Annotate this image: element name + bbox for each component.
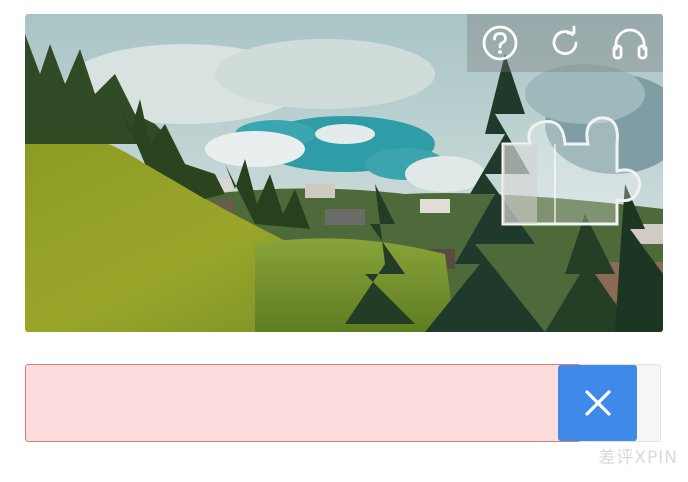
watermark: 差评XPIN	[598, 448, 678, 468]
captcha-card: 差评XPIN	[0, 0, 688, 482]
close-icon	[584, 390, 611, 416]
headphones-icon	[612, 28, 648, 60]
puzzle-background-image	[25, 14, 663, 332]
slider-handle[interactable]	[558, 365, 637, 441]
captcha-toolbar	[467, 14, 663, 72]
help-button[interactable]	[478, 21, 522, 65]
audio-button[interactable]	[608, 21, 652, 65]
question-circle-icon	[482, 25, 518, 61]
slider-progress-fill	[25, 364, 581, 442]
refresh-button[interactable]	[543, 21, 587, 65]
refresh-icon	[552, 25, 578, 55]
